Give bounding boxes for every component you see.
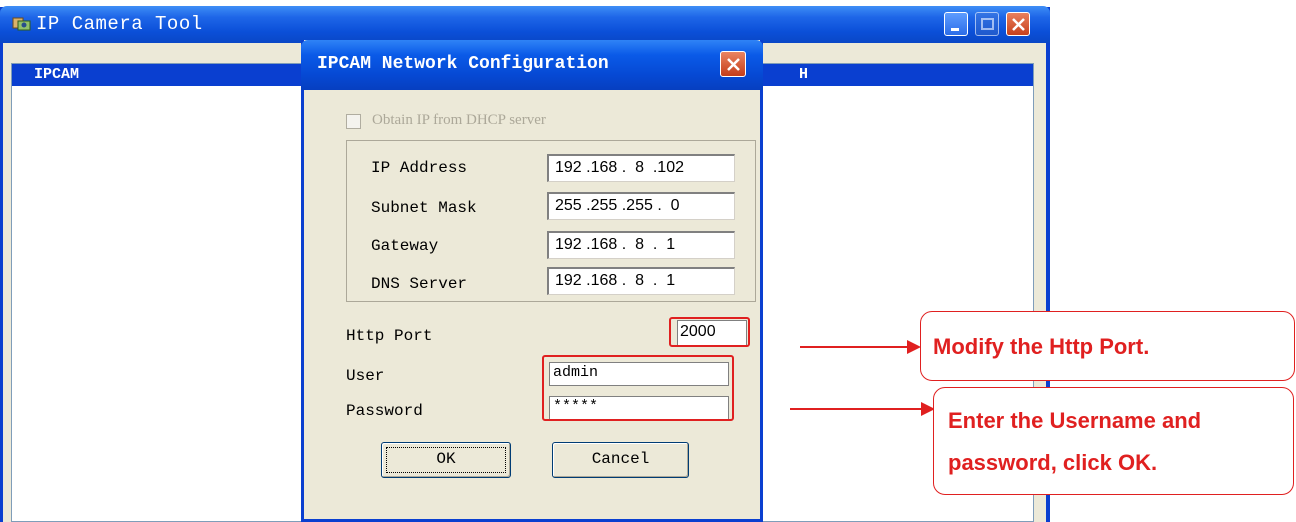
focus-ring <box>386 447 506 473</box>
password-label: Password <box>346 402 423 420</box>
dns-server-field[interactable]: 192 .168 . 8 . 1 <box>547 267 735 295</box>
cancel-button-label: Cancel <box>591 450 650 468</box>
callout-modify-port-text: Modify the Http Port. <box>933 334 1150 359</box>
arrow-to-callout1 <box>800 346 910 348</box>
ip-settings-group: IP Address 192 .168 . 8 .102 Subnet Mask… <box>346 140 756 302</box>
gateway-field[interactable]: 192 .168 . 8 . 1 <box>547 231 735 259</box>
cancel-button[interactable]: Cancel <box>552 442 689 478</box>
ok-button[interactable]: OK <box>381 442 511 478</box>
network-config-dialog: IPCAM Network Configuration Obtain IP fr… <box>301 40 763 522</box>
http-port-label: Http Port <box>346 327 433 345</box>
user-label: User <box>346 367 385 385</box>
app-icon <box>12 17 31 31</box>
column-header-h[interactable]: H <box>799 66 808 83</box>
column-header-ipcam[interactable]: IPCAM <box>34 66 79 83</box>
arrow-to-callout2 <box>790 408 924 410</box>
callout-credentials-line1: Enter the Username and <box>948 408 1202 433</box>
callout-modify-port: Modify the Http Port. <box>920 311 1295 381</box>
gateway-label: Gateway <box>371 237 439 255</box>
dialog-close-button[interactable] <box>720 51 746 77</box>
main-window-title: IP Camera Tool <box>36 13 203 35</box>
subnet-mask-label: Subnet Mask <box>371 199 477 217</box>
ip-address-field[interactable]: 192 .168 . 8 .102 <box>547 154 735 182</box>
main-titlebar[interactable]: IP Camera Tool <box>0 6 1050 43</box>
maximize-icon <box>981 18 994 30</box>
close-icon <box>1012 18 1025 31</box>
arrowhead-icon <box>907 340 921 354</box>
minimize-button[interactable] <box>944 12 968 36</box>
dns-server-label: DNS Server <box>371 275 468 293</box>
credentials-highlight <box>542 355 734 421</box>
minimize-icon <box>951 28 959 31</box>
http-port-highlight <box>669 317 750 347</box>
close-icon <box>727 58 740 71</box>
dialog-titlebar[interactable]: IPCAM Network Configuration <box>301 40 763 90</box>
dialog-title: IPCAM Network Configuration <box>317 54 609 74</box>
dhcp-label: Obtain IP from DHCP server <box>372 112 546 128</box>
callout-enter-credentials: Enter the Username and password, click O… <box>933 387 1294 495</box>
dhcp-checkbox <box>346 114 361 129</box>
maximize-button[interactable] <box>975 12 999 36</box>
close-button[interactable] <box>1006 12 1030 36</box>
callout-credentials-line2: password, click OK. <box>948 450 1158 475</box>
subnet-mask-field[interactable]: 255 .255 .255 . 0 <box>547 192 735 220</box>
ip-address-label: IP Address <box>371 159 468 177</box>
